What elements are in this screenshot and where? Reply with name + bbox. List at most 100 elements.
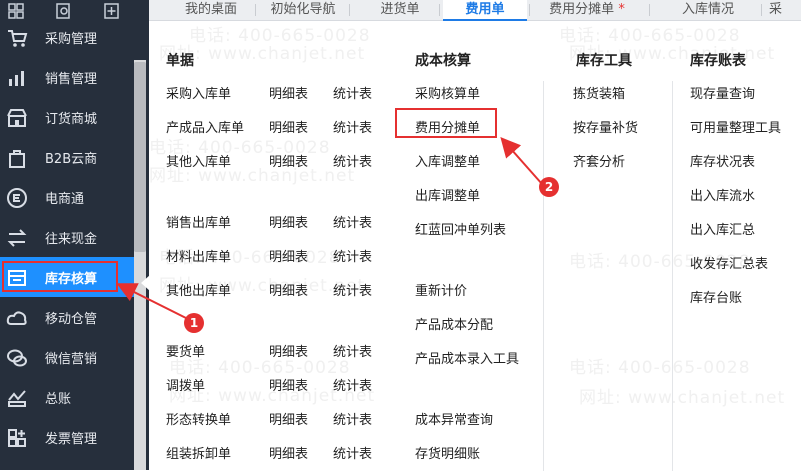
menu-item-red-blue-reversal[interactable]: 红蓝回冲单列表 [415,219,506,238]
menu-item-cost-distribution[interactable]: 产品成本分配 [415,314,493,333]
invoice-icon [8,429,26,447]
menu-item-detail[interactable]: 明细表 [269,83,308,102]
sidebar-item-invoice[interactable]: 发票管理 [0,417,140,457]
menu-item-io-summary[interactable]: 出入库汇总 [690,219,755,238]
menu-item-detail[interactable]: 明细表 [269,375,308,394]
annotation-highlight-inventory [2,261,118,292]
menu-item-stats[interactable]: 统计表 [333,83,372,102]
menu-item-sales-out[interactable]: 销售出库单 [166,212,231,231]
bar-chart-icon [9,71,24,86]
menu-item-assembly[interactable]: 组装拆卸单 [166,443,231,462]
sidebar-scrollbar-thumb[interactable] [134,62,146,252]
sidebar-item-purchase[interactable]: 采购管理 [0,17,140,57]
menu-item-finished-goods-in[interactable]: 产成品入库单 [166,117,244,136]
sidebar-item-sales[interactable]: 销售管理 [0,57,140,97]
watermark-phone: 电话: 400-665-0028 [559,26,741,46]
section-title-cost-accounting: 成本核算 [415,53,471,69]
sidebar: 采购管理 销售管理 订货商城 B2B云商 电商通 往来现金 库存核算 移动仓管 … [0,0,149,470]
menu-item-other-in[interactable]: 其他入库单 [166,151,231,170]
sidebar-item-label: 移动仓管 [45,312,98,327]
menu-item-stats[interactable]: 统计表 [333,212,372,231]
bag-icon [9,150,25,168]
menu-item-detail[interactable]: 明细表 [269,212,308,231]
tab-init-guide[interactable]: 初始化导航 [257,0,349,20]
menu-item-stock-detail-ledger[interactable]: 存货明细账 [415,443,480,462]
menu-item-requisition[interactable]: 要货单 [166,341,205,360]
sidebar-item-label: B2B云商 [45,152,98,167]
menu-item-detail[interactable]: 明细表 [269,341,308,360]
sidebar-item-label: 订货商城 [45,112,98,127]
menu-item-stats[interactable]: 统计表 [333,280,372,299]
sidebar-item-ecommerce[interactable]: 电商通 [0,177,140,217]
menu-item-stock-status[interactable]: 库存状况表 [690,151,755,170]
sidebar-item-ledger[interactable]: 总账 [0,377,140,417]
menu-item-form-conversion[interactable]: 形态转换单 [166,409,231,428]
sidebar-item-b2b[interactable]: B2B云商 [0,137,140,177]
menu-item-revaluation[interactable]: 重新计价 [415,280,467,299]
tab-expense-order[interactable]: 费用单 [443,0,527,21]
menu-item-stats[interactable]: 统计表 [333,443,372,462]
unsaved-indicator: * [618,2,625,17]
cart-icon [8,30,28,47]
menu-item-stock-query[interactable]: 现存量查询 [690,83,755,102]
menu-item-cost-exception[interactable]: 成本异常查询 [415,409,493,428]
menu-item-stats[interactable]: 统计表 [333,117,372,136]
menu-item-stock-ledger[interactable]: 库存台账 [690,287,742,306]
menu-item-detail[interactable]: 明细表 [269,280,308,299]
sidebar-item-label: 微信营销 [45,352,98,367]
menu-item-detail[interactable]: 明细表 [269,443,308,462]
section-title-inventory-tools: 库存工具 [576,53,632,69]
menu-item-replenish[interactable]: 按存量补货 [573,117,638,136]
watermark-phone: 电话: 400-665-0028 [569,358,751,378]
menu-item-purchase-accounting[interactable]: 采购核算单 [415,83,480,102]
menu-item-detail[interactable]: 明细表 [269,409,308,428]
menu-item-other-out[interactable]: 其他出库单 [166,280,231,299]
watermark-site: 网址: www.chanjet.net [579,388,786,408]
menu-item-out-adjustment[interactable]: 出库调整单 [415,185,480,204]
tab-purchase-order[interactable]: 进货单 [365,0,435,20]
inventory-menu-panel: 电话: 400-665-0028 电话: 400-665-0028 网址: ww… [149,21,801,471]
annotation-badge-2: 2 [539,177,559,197]
tab-stock-in-status[interactable]: 入库情况 [663,0,753,20]
section-title-inventory-reports: 库存账表 [690,53,746,69]
sidebar-item-wechat[interactable]: 微信营销 [0,337,140,377]
e-circle-icon [7,188,27,208]
tab-expense-allocation[interactable]: 费用分摊单 * [535,0,639,20]
menu-item-stats[interactable]: 统计表 [333,409,372,428]
menu-item-detail[interactable]: 明细表 [269,151,308,170]
store-icon [7,109,27,127]
watermark-phone: 电话: 400-665-0028 [189,26,371,46]
menu-item-available-tool[interactable]: 可用量整理工具 [690,117,781,136]
menu-item-kit-analysis[interactable]: 齐套分析 [573,151,625,170]
menu-item-stats[interactable]: 统计表 [333,246,372,265]
menu-item-stats[interactable]: 统计表 [333,375,372,394]
ledger-icon [8,390,26,407]
annotation-highlight-expense-allocation [395,108,497,138]
sidebar-item-mall[interactable]: 订货商城 [0,97,140,137]
sidebar-item-label: 总账 [45,392,72,407]
sidebar-item-label: 销售管理 [45,72,98,87]
sidebar-item-mobile-warehouse[interactable]: 移动仓管 [0,297,140,337]
section-title-documents: 单据 [166,53,194,69]
sidebar-item-label: 往来现金 [45,232,98,247]
menu-item-stats[interactable]: 统计表 [333,341,372,360]
menu-item-io-flow[interactable]: 出入库流水 [690,185,755,204]
menu-item-material-out[interactable]: 材料出库单 [166,246,231,265]
exchange-icon [7,229,27,247]
menu-item-transfer[interactable]: 调拨单 [166,375,205,394]
tab-my-desktop[interactable]: 我的桌面 [167,0,255,20]
menu-item-in-adjustment[interactable]: 入库调整单 [415,151,480,170]
sidebar-item-label: 采购管理 [45,32,98,47]
menu-item-detail[interactable]: 明细表 [269,246,308,265]
menu-item-purchase-in[interactable]: 采购入库单 [166,83,231,102]
menu-item-stats[interactable]: 统计表 [333,151,372,170]
menu-item-detail[interactable]: 明细表 [269,117,308,136]
menu-item-cost-entry-tool[interactable]: 产品成本录入工具 [415,348,519,367]
menu-item-receipt-issue-summary[interactable]: 收发存汇总表 [690,253,768,272]
tab-more[interactable]: 采 [769,0,801,20]
sidebar-item-label: 发票管理 [45,432,98,447]
sidebar-item-cash[interactable]: 往来现金 [0,217,140,257]
tab-bar: 我的桌面 初始化导航 进货单 费用单 费用分摊单 * 入库情况 采 [149,0,801,21]
menu-item-pick-pack[interactable]: 拣货装箱 [573,83,625,102]
annotation-badge-1: 1 [184,313,204,333]
